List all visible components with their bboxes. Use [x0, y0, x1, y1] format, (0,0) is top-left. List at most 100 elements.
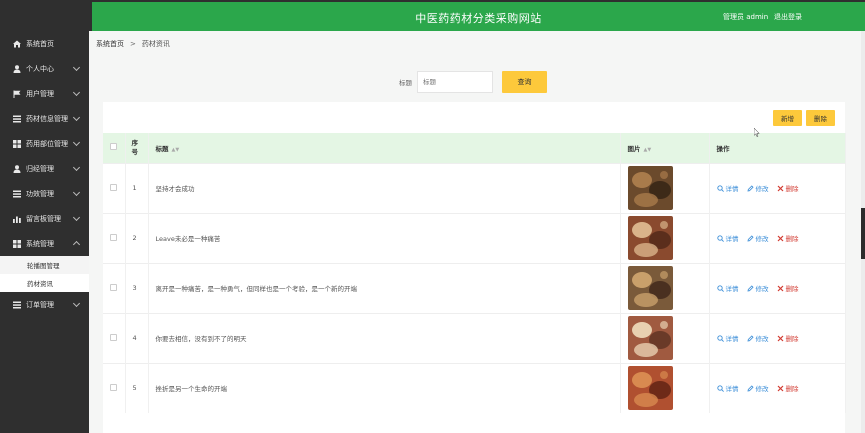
sidebar-item-herb-info[interactable]: 药材信息管理	[0, 106, 89, 131]
title-search-input[interactable]	[417, 71, 493, 93]
row-checkbox[interactable]	[110, 183, 117, 191]
delete-row-button[interactable]: 删除	[777, 333, 799, 343]
list-icon	[13, 301, 21, 309]
grid-icon	[13, 139, 21, 148]
breadcrumb-current: 药材资讯	[141, 39, 170, 48]
delete-label: 删除	[785, 285, 799, 293]
herb-thumbnail	[627, 316, 673, 360]
select-all-checkbox[interactable]	[110, 143, 117, 151]
sidebar-item-meridian[interactable]: 归经管理	[0, 156, 89, 181]
view-label: 详情	[725, 185, 739, 193]
mouse-cursor-icon	[754, 128, 760, 137]
sidebar-item-profile[interactable]: 个人中心	[0, 56, 89, 81]
delete-label: 删除	[785, 185, 799, 193]
logout-link[interactable]: 退出登录	[774, 12, 802, 22]
view-label: 详情	[725, 385, 739, 394]
row-title: 你要去相信，没有到不了的明天	[148, 312, 621, 363]
chart-icon	[13, 215, 21, 223]
close-icon	[777, 285, 783, 291]
row-checkbox[interactable]	[110, 283, 117, 291]
delete-row-button[interactable]: 删除	[777, 383, 799, 393]
breadcrumb-home[interactable]: 系统首页	[96, 39, 124, 49]
edit-button[interactable]: 修改	[746, 383, 769, 393]
row-checkbox[interactable]	[110, 383, 117, 391]
query-button[interactable]: 查询	[502, 71, 547, 93]
header-operations: 操作	[709, 133, 846, 163]
view-label: 详情	[725, 285, 739, 293]
view-details-button[interactable]: 详情	[716, 333, 739, 343]
close-icon	[777, 335, 783, 341]
view-details-button[interactable]: 详情	[716, 183, 739, 193]
edit-button[interactable]: 修改	[746, 333, 769, 343]
flag-icon	[13, 90, 21, 98]
edit-button[interactable]: 修改	[746, 283, 769, 293]
pencil-icon	[746, 334, 754, 342]
sidebar-top-spacer	[0, 0, 89, 31]
add-button[interactable]: 新增	[773, 110, 802, 126]
home-icon	[13, 40, 21, 48]
delete-label: 删除	[785, 235, 799, 243]
header-operations-label: 操作	[716, 144, 730, 153]
chevron-down-icon	[72, 113, 81, 122]
sidebar-item-users[interactable]: 用户管理	[0, 81, 89, 106]
search-bar: 标题 查询	[399, 71, 547, 93]
search-icon	[716, 184, 724, 192]
delete-row-button[interactable]: 删除	[777, 283, 799, 293]
view-details-button[interactable]: 详情	[716, 233, 739, 243]
herb-thumbnail	[627, 266, 673, 310]
edit-label: 修改	[755, 235, 769, 243]
sidebar-item-label: 归经管理	[26, 164, 54, 173]
table-row: 1 坚持才会成功 详情 修改 删除	[103, 162, 846, 213]
top-header: 中医药药材分类采购网站 管理员 admin 退出登录	[92, 2, 865, 31]
edit-button[interactable]: 修改	[746, 233, 769, 243]
table-panel: 新增 删除 序号 标题 ▲▼ 图片 ▲▼ 操作 1 坚持才会成功 详情 修改 删…	[103, 102, 846, 433]
table-row: 4 你要去相信，没有到不了的明天 详情 修改 删除	[103, 312, 846, 363]
row-image-cell	[620, 312, 710, 363]
chevron-up-icon	[72, 240, 81, 249]
main-content: 系统首页 > 药材资讯 标题 查询 新增 删除 序号 标题▲▼	[89, 31, 861, 433]
edit-label: 修改	[755, 335, 769, 343]
sidebar-item-orders[interactable]: 订单管理	[0, 292, 89, 317]
pencil-icon	[746, 184, 754, 192]
header-title[interactable]: 标题 ▲▼	[148, 133, 621, 163]
search-icon	[716, 284, 724, 292]
header-image[interactable]: 图片 ▲▼	[620, 133, 710, 163]
row-checkbox[interactable]	[110, 333, 117, 341]
breadcrumb-separator: >	[130, 39, 136, 48]
row-image-cell	[620, 262, 710, 313]
row-checkbox[interactable]	[110, 233, 117, 241]
header-image-label: 图片	[627, 144, 641, 153]
view-details-button[interactable]: 详情	[716, 383, 739, 394]
page-scrollbar[interactable]	[861, 31, 865, 433]
row-title: 挫折是另一个生命的开端	[148, 362, 621, 413]
sidebar-item-medicinal-part[interactable]: 药用部位管理	[0, 131, 89, 156]
scrollbar-thumb[interactable]	[861, 208, 865, 259]
header-checkbox-cell	[103, 133, 126, 163]
delete-label: 删除	[785, 335, 799, 343]
sidebar-subitem-herb-news[interactable]: 药材资讯	[0, 274, 89, 292]
sidebar-item-label: 个人中心	[26, 64, 54, 73]
row-operations: 详情 修改 删除	[709, 312, 846, 363]
row-title: Leave未必是一种痛苦	[148, 212, 621, 263]
sidebar-subitem-carousel[interactable]: 轮播图管理	[0, 256, 89, 274]
row-operations: 详情 修改 删除	[709, 262, 846, 313]
row-operations: 详情 修改 删除	[709, 362, 846, 413]
row-image-cell	[620, 212, 710, 263]
delete-row-button[interactable]: 删除	[777, 183, 799, 193]
view-details-button[interactable]: 详情	[716, 283, 739, 293]
search-icon	[716, 385, 724, 392]
sidebar-item-system[interactable]: 系统管理	[0, 231, 89, 256]
sidebar-item-home[interactable]: 系统首页	[0, 31, 89, 56]
sidebar-item-messages[interactable]: 留言板管理	[0, 206, 89, 231]
sidebar-item-efficacy[interactable]: 功效管理	[0, 181, 89, 206]
sidebar-item-label: 用户管理	[26, 89, 54, 98]
sort-icon[interactable]: ▲▼	[644, 147, 652, 153]
pencil-icon	[746, 385, 754, 392]
delete-row-button[interactable]: 删除	[777, 233, 799, 243]
close-icon	[777, 235, 783, 241]
row-image-cell	[620, 362, 710, 413]
edit-button[interactable]: 修改	[746, 183, 769, 193]
chevron-down-icon	[72, 88, 81, 97]
sort-icon[interactable]: ▲▼	[172, 147, 180, 153]
delete-selected-button[interactable]: 删除	[806, 110, 835, 126]
